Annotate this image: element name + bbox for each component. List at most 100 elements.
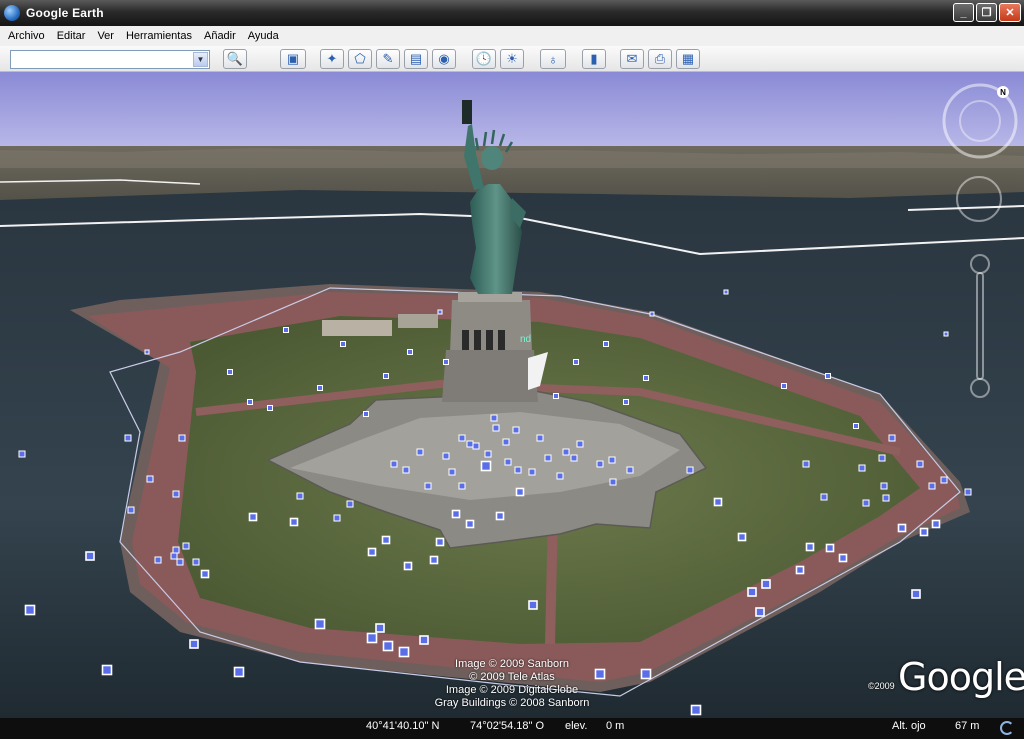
placemark-icon[interactable] <box>825 373 831 379</box>
placemark-icon[interactable] <box>504 458 512 466</box>
minimize-button[interactable]: _ <box>953 3 974 22</box>
placemark-icon[interactable] <box>649 311 655 317</box>
menu-anadir[interactable]: Añadir <box>200 30 244 42</box>
placemark-icon[interactable] <box>573 359 579 365</box>
ruler-button[interactable]: ▮ <box>582 49 606 69</box>
placemark-icon[interactable] <box>267 405 273 411</box>
placemark-icon[interactable] <box>528 468 536 476</box>
placemark-icon[interactable] <box>862 499 870 507</box>
placemark-icon[interactable] <box>888 434 896 442</box>
zoom-in-icon[interactable] <box>970 254 990 274</box>
record-tour-button[interactable]: ◉ <box>432 49 456 69</box>
placemark-icon[interactable] <box>448 468 456 476</box>
placemark-icon[interactable] <box>189 639 199 649</box>
placemark-icon[interactable] <box>176 558 184 566</box>
placemark-icon[interactable] <box>576 440 584 448</box>
placemark-icon[interactable] <box>795 565 805 575</box>
placemark-icon[interactable] <box>472 442 480 450</box>
placemark-icon[interactable] <box>608 456 616 464</box>
placemark-icon[interactable] <box>333 514 341 522</box>
placemark-icon[interactable] <box>247 399 253 405</box>
chevron-down-icon[interactable]: ▼ <box>193 52 208 67</box>
placemark-icon[interactable] <box>495 511 505 521</box>
placemark-icon[interactable] <box>363 411 369 417</box>
placemark-icon[interactable] <box>127 506 135 514</box>
placemark-icon[interactable] <box>515 487 525 497</box>
placemark-icon[interactable] <box>781 383 787 389</box>
add-path-button[interactable]: ✎ <box>376 49 400 69</box>
placemark-icon[interactable] <box>314 618 326 630</box>
placemark-icon[interactable] <box>882 494 890 502</box>
historical-imagery-button[interactable]: 🕓 <box>472 49 496 69</box>
add-image-overlay-button[interactable]: ▤ <box>404 49 428 69</box>
placemark-icon[interactable] <box>820 493 828 501</box>
placemark-icon[interactable] <box>737 532 747 542</box>
menu-archivo[interactable]: Archivo <box>4 30 53 42</box>
placemark-icon[interactable] <box>124 434 132 442</box>
placemark-icon[interactable] <box>880 482 888 490</box>
placemark-icon[interactable] <box>340 341 346 347</box>
placemark-icon[interactable] <box>375 623 385 633</box>
placemark-icon[interactable] <box>536 434 544 442</box>
placemark-icon[interactable] <box>227 369 233 375</box>
placemark-icon[interactable] <box>805 542 815 552</box>
placemark-icon[interactable] <box>916 460 924 468</box>
placemark-icon[interactable] <box>458 434 466 442</box>
placemark-icon[interactable] <box>424 482 432 490</box>
placemark-icon[interactable] <box>182 542 190 550</box>
print-button[interactable]: ⎙ <box>648 49 672 69</box>
move-joystick[interactable] <box>956 176 1002 222</box>
zoom-out-icon[interactable] <box>970 378 990 398</box>
placemark-icon[interactable] <box>480 460 492 472</box>
placemark-icon[interactable] <box>931 519 941 529</box>
menu-herramientas[interactable]: Herramientas <box>122 30 200 42</box>
search-combo-box[interactable]: ▼ <box>10 50 210 69</box>
menu-ver[interactable]: Ver <box>93 30 122 42</box>
placemark-icon[interactable] <box>853 423 859 429</box>
menu-editar[interactable]: Editar <box>53 30 94 42</box>
placemark-icon[interactable] <box>381 535 391 545</box>
placemark-icon[interactable] <box>24 604 36 616</box>
placemark-icon[interactable] <box>429 555 439 565</box>
add-polygon-button[interactable]: ⬠ <box>348 49 372 69</box>
placemark-icon[interactable] <box>437 309 443 315</box>
placemark-icon[interactable] <box>490 414 498 422</box>
placemark-icon[interactable] <box>512 426 520 434</box>
placemark-icon[interactable] <box>289 517 299 527</box>
placemark-icon[interactable] <box>723 289 729 295</box>
placemark-icon[interactable] <box>458 482 466 490</box>
placemark-icon[interactable] <box>626 466 634 474</box>
placemark-icon[interactable] <box>514 466 522 474</box>
placemark-icon[interactable] <box>390 460 398 468</box>
placemark-icon[interactable] <box>233 666 245 678</box>
placemark-icon[interactable] <box>154 556 162 564</box>
placemark-icon[interactable] <box>172 546 180 554</box>
switch-planet-button[interactable]: ♁ <box>540 49 566 69</box>
placemark-icon[interactable] <box>562 448 570 456</box>
placemark-icon[interactable] <box>192 558 200 566</box>
placemark-icon[interactable] <box>838 553 848 563</box>
placemark-icon[interactable] <box>502 438 510 446</box>
placemark-icon[interactable] <box>609 478 617 486</box>
placemark-icon[interactable] <box>556 472 564 480</box>
placemark-icon[interactable] <box>640 668 652 680</box>
placemark-icon[interactable] <box>178 434 186 442</box>
placemark-icon[interactable] <box>603 341 609 347</box>
placemark-icon[interactable] <box>919 527 929 537</box>
sidebar-toggle-button[interactable]: ▣ <box>280 49 306 69</box>
placemark-icon[interactable] <box>172 490 180 498</box>
placemark-icon[interactable] <box>283 327 289 333</box>
add-placemark-button[interactable]: ✦ <box>320 49 344 69</box>
placemark-icon[interactable] <box>18 450 26 458</box>
placemark-icon[interactable] <box>897 523 907 533</box>
placemark-icon[interactable] <box>416 448 424 456</box>
placemark-icon[interactable] <box>492 424 500 432</box>
placemark-icon[interactable] <box>623 399 629 405</box>
placemark-icon[interactable] <box>419 635 429 645</box>
placemark-icon[interactable] <box>465 519 475 529</box>
placemark-icon[interactable] <box>928 482 936 490</box>
placemark-icon[interactable] <box>761 579 771 589</box>
placemark-icon[interactable] <box>755 607 765 617</box>
placemark-icon[interactable] <box>398 646 410 658</box>
view-in-maps-button[interactable]: ▦ <box>676 49 700 69</box>
